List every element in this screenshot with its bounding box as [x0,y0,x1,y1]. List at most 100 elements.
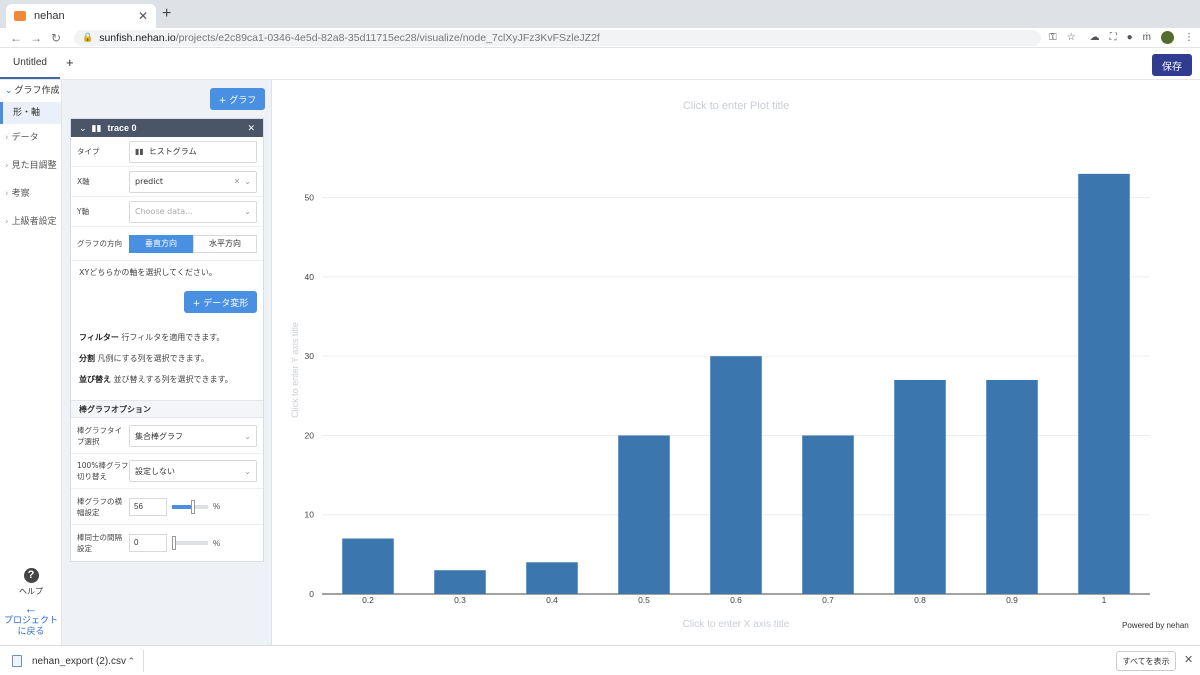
menu-dots-icon[interactable]: ⋮ [1184,32,1194,43]
nav-item-label: 上級者設定 [11,217,57,227]
star-icon[interactable]: ☆ [1067,32,1076,43]
type-select[interactable]: ▮▮ ヒストグラム [129,140,257,163]
bar[interactable] [342,538,394,594]
x-axis-select[interactable]: predict ✕ ⌄ [129,170,257,193]
nav-item-advanced[interactable]: › 上級者設定 [0,208,61,236]
help-button[interactable]: ? ヘルプ [0,568,62,597]
bar[interactable] [526,562,578,594]
nav-item-label: 見た目調整 [11,161,57,171]
nav-item-shape-axis[interactable]: 形・軸 [0,102,61,124]
direction-toggle: 垂直方向 水平方向 [129,234,257,253]
type-value: ヒストグラム [148,147,197,156]
close-tab-icon[interactable]: ✕ [138,9,148,23]
add-tab-button[interactable]: + [66,55,74,70]
split-key[interactable]: 分割 [79,354,95,363]
y-axis-select[interactable]: Choose data... ⌄ [129,200,257,223]
percent-row: 100%棒グラフ切り替え 設定しない ⌄ [71,454,263,489]
nav-item-insight[interactable]: › 考察 [0,180,61,208]
chevron-down-icon[interactable]: ⌄ [244,177,251,186]
trace-header[interactable]: ⌄ ▮▮ trace 0 ✕ [71,119,263,137]
percent-select[interactable]: 設定しない ⌄ [129,460,257,482]
type-label: タイプ [77,147,100,156]
browser-tab[interactable]: nehan ✕ [6,4,156,28]
nav-section-graph[interactable]: ⌄ グラフ作成 [0,80,61,102]
chevron-down-icon[interactable]: ⌄ [79,123,87,134]
slider-fill [172,504,192,509]
slider-knob[interactable] [191,499,195,514]
y-axis-row: Y軸 Choose data... ⌄ [71,197,263,227]
bar-type-select[interactable]: 集合棒グラフ ⌄ [129,425,257,447]
m-extension-icon[interactable]: ṁ [1143,32,1151,43]
bar[interactable] [802,435,854,594]
y-axis-placeholder: Choose data... [135,207,193,216]
browser-tabstrip: nehan ✕ + [0,0,1200,28]
x-axis-title-placeholder[interactable]: Click to enter X axis title [683,619,790,630]
slider-knob[interactable] [172,536,176,550]
trace-card: ⌄ ▮▮ trace 0 ✕ タイプ ▮▮ ヒストグラム X軸 predict … [70,118,264,562]
translate-extension-icon[interactable]: ⛶ [1110,32,1117,43]
back-arrow-icon[interactable]: ← [6,31,26,45]
x-tick-label: 0.9 [1006,595,1018,605]
bar-width-input[interactable]: 56 [129,497,167,516]
bar[interactable] [434,570,486,594]
direction-label: グラフの方向 [77,239,122,248]
lock-icon: 🔒 [82,32,94,42]
add-graph-button[interactable]: + グラフ [210,88,265,110]
split-desc: 分割 凡例にする列を選択できます。 [79,353,209,364]
key-icon[interactable]: ⚿ [1049,32,1057,43]
close-download-bar-icon[interactable]: ✕ [1184,653,1193,666]
circle-extension-icon[interactable]: ● [1127,32,1133,43]
forward-arrow-icon[interactable]: → [26,31,46,45]
download-item[interactable]: nehan_export (2).csv ⌃ [8,650,144,672]
chevron-down-icon[interactable]: ⌄ [244,432,251,441]
bar[interactable] [1078,173,1130,594]
data-transform-button[interactable]: + データ変形 [184,291,257,313]
address-bar[interactable]: 🔒 sunfish.nehan.io /projects/e2c89ca1-03… [74,29,1042,46]
trace-title: trace 0 [107,123,137,133]
show-all-button[interactable]: すべてを表示 [1116,651,1176,671]
x-axis-row: X軸 predict ✕ ⌄ [71,167,263,197]
tab-untitled[interactable]: Untitled [0,49,60,79]
bar-type-row: 棒グラフタイプ選択 集合棒グラフ ⌄ [71,419,263,454]
close-trace-icon[interactable]: ✕ [247,123,255,134]
new-tab-button[interactable]: + [162,5,171,23]
bar[interactable] [986,379,1038,594]
histogram-icon: ▮▮ [135,147,144,156]
cloud-extension-icon[interactable]: ☁ [1090,32,1100,43]
chevron-up-icon[interactable]: ⌃ [127,656,135,667]
bar-gap-input[interactable]: 0 [129,534,167,552]
profile-avatar[interactable] [1161,31,1174,44]
url-path: /projects/e2c89ca1-0346-4e5d-82a8-35d117… [175,31,600,44]
xy-hint: XYどちらかの軸を選択してください。 [79,268,217,277]
sort-key[interactable]: 並び替え [79,375,111,384]
back-to-project-label: プロジェクトに戻る [3,616,58,637]
bar[interactable] [710,356,762,594]
nav-item-label: データ [11,133,39,143]
save-button[interactable]: 保存 [1152,54,1192,76]
clear-icon[interactable]: ✕ [234,177,241,186]
chevron-right-icon: › [5,189,9,199]
bar[interactable] [618,435,670,594]
nav-item-data[interactable]: › データ [0,124,61,152]
reload-icon[interactable]: ↻ [46,31,66,45]
arrow-left-icon: ← [24,601,38,616]
bar[interactable] [894,379,946,594]
bar-gap-slider[interactable] [172,536,208,550]
direction-vertical[interactable]: 垂直方向 [129,234,193,253]
filter-desc: フィルター 行フィルタを適用できます。 [79,332,224,343]
type-row: タイプ ▮▮ ヒストグラム [71,137,263,167]
chevron-down-icon[interactable]: ⌄ [244,467,251,476]
bar-gap-label: 棒同士の間隔設定 [77,533,122,553]
sort-text: 並び替えする列を選択できます。 [113,375,233,384]
back-to-project-button[interactable]: ← プロジェクトに戻る [0,601,62,638]
url-host: sunfish.nehan.io [99,31,176,44]
chevron-down-icon[interactable]: ⌄ [244,207,251,216]
x-tick-label: 0.7 [822,595,834,605]
y-axis-title-placeholder[interactable]: Click to enter Y axis title [290,322,300,418]
direction-horizontal[interactable]: 水平方向 [193,234,257,253]
nav-item-appearance[interactable]: › 見た目調整 [0,152,61,180]
browser-toolbar: ← → ↻ 🔒 sunfish.nehan.io /projects/e2c89… [0,28,1200,48]
bar-chart: 0.2 0.3 0.4 0.5 0.6 0.7 0.8 0.9 1 0 10 20 30 40 50 Cl… [290,173,1150,630]
filter-key[interactable]: フィルター [79,333,119,342]
bar-width-slider[interactable] [172,499,208,514]
